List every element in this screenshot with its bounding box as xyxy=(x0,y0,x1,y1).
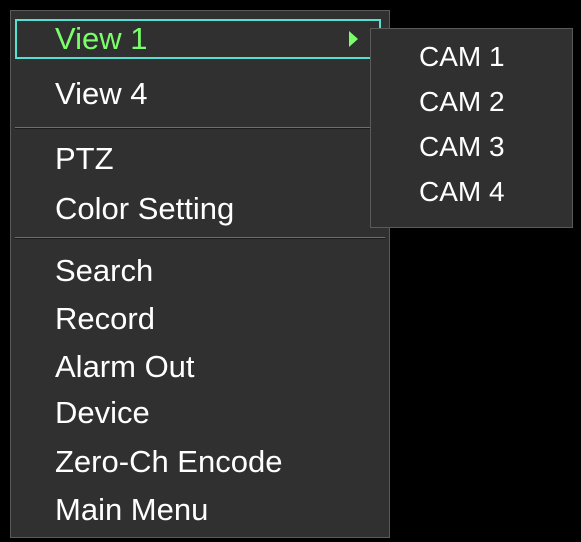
menu-divider xyxy=(15,237,385,239)
submenu-arrow-icon xyxy=(349,31,358,47)
submenu-item-cam-1[interactable]: CAM 1 xyxy=(419,37,505,77)
submenu-item-cam-2[interactable]: CAM 2 xyxy=(419,82,505,122)
menu-item-view-1[interactable]: View 1 xyxy=(55,19,148,59)
submenu-item-cam-3[interactable]: CAM 3 xyxy=(419,127,505,167)
view-submenu: CAM 1 CAM 2 CAM 3 CAM 4 xyxy=(370,28,573,228)
menu-divider xyxy=(15,127,385,129)
menu-item-alarm-out[interactable]: Alarm Out xyxy=(55,347,195,387)
submenu-item-cam-4[interactable]: CAM 4 xyxy=(419,172,505,212)
menu-item-zero-ch-encode[interactable]: Zero-Ch Encode xyxy=(55,442,282,482)
menu-item-record[interactable]: Record xyxy=(55,299,155,339)
menu-item-ptz[interactable]: PTZ xyxy=(55,139,114,179)
menu-item-search[interactable]: Search xyxy=(55,251,153,291)
menu-item-device[interactable]: Device xyxy=(55,393,150,433)
menu-item-view-4[interactable]: View 4 xyxy=(55,74,148,114)
context-menu: View 1 View 4 PTZ Color Setting Search R… xyxy=(10,10,390,538)
menu-item-main-menu[interactable]: Main Menu xyxy=(55,490,208,530)
menu-item-color-setting[interactable]: Color Setting xyxy=(55,189,234,229)
